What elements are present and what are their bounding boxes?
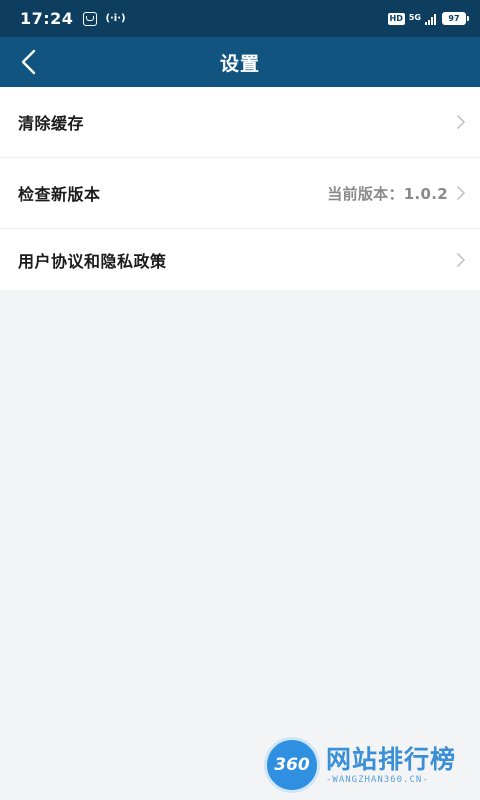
hotspot-icon: (·i·) [105,13,126,24]
chevron-right-icon [456,114,466,130]
hd-icon: HD [387,12,405,25]
watermark: 360 网站排行榜 -WANGZHAN360.CN- [264,736,474,794]
current-version-text: 当前版本：1.0.2 [327,184,448,203]
watermark-text: 网站排行榜 -WANGZHAN360.CN- [326,745,456,785]
battery-level: 97 [448,14,460,23]
user-agreement-privacy-item[interactable]: 用户协议和隐私政策 [0,229,480,290]
status-right-icons: HD 5G 97 [387,12,469,25]
item-label: 用户协议和隐私政策 [18,251,167,271]
clear-cache-item[interactable]: 清除缓存 [0,87,480,158]
chevron-right-icon [456,252,466,268]
check-update-item[interactable]: 检查新版本 当前版本：1.0.2 [0,158,480,229]
nav-bar: 设置 [0,37,480,87]
chevron-right-icon [456,185,466,201]
watermark-title: 网站排行榜 [326,745,457,774]
chevron-left-icon [21,49,36,75]
signal-icon [425,13,436,25]
status-bar: 17:24 (·i·) HD 5G 97 [0,0,480,37]
item-label: 清除缓存 [18,114,85,133]
status-time: 17:24 [20,9,74,28]
status-left-icons: (·i·) [83,11,126,26]
app-notification-icon [83,11,98,26]
back-button[interactable] [8,42,48,82]
page-title: 设置 [219,52,260,75]
watermark-subtitle: -WANGZHAN360.CN- [326,775,429,785]
watermark-logo-text: 360 [274,755,310,775]
item-label: 检查新版本 [18,185,101,204]
battery-icon: 97 [442,12,469,25]
settings-list: 清除缓存 检查新版本 当前版本：1.0.2 用户协议和隐私政策 [0,87,480,290]
watermark-logo-icon: 360 [264,737,320,793]
network-type-icon: 5G [408,13,421,22]
